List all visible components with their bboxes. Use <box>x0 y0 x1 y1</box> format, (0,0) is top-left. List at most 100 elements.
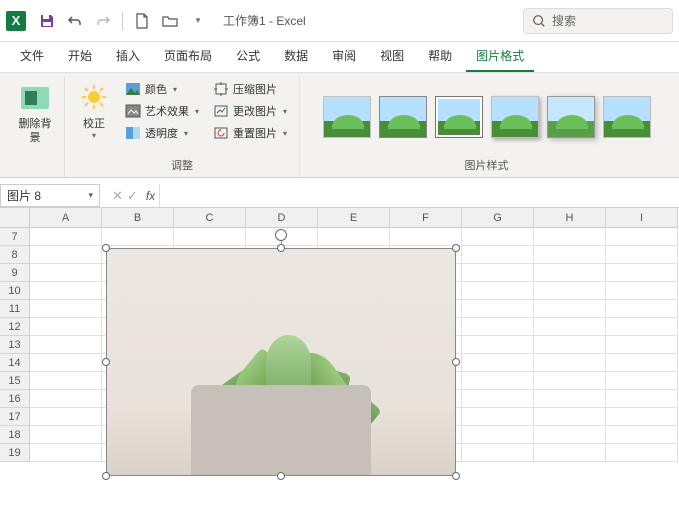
cell[interactable] <box>174 228 246 246</box>
cell[interactable] <box>534 354 606 372</box>
rotate-handle[interactable] <box>275 229 287 241</box>
resize-handle-tl[interactable] <box>102 244 110 252</box>
resize-handle-br[interactable] <box>452 472 460 480</box>
cell[interactable] <box>30 336 102 354</box>
remove-background-button[interactable]: 删除背景 <box>14 79 56 149</box>
tab-home[interactable]: 开始 <box>58 41 102 72</box>
cell[interactable] <box>534 228 606 246</box>
row-header[interactable]: 17 <box>0 408 30 426</box>
change-picture-button[interactable]: 更改图片▾ <box>209 101 291 121</box>
col-header[interactable]: I <box>606 208 678 228</box>
picture-style-6[interactable] <box>603 96 651 138</box>
cell[interactable] <box>30 300 102 318</box>
cell[interactable] <box>606 426 678 444</box>
cell[interactable] <box>30 246 102 264</box>
accept-formula-icon[interactable]: ✓ <box>127 188 138 204</box>
tab-view[interactable]: 视图 <box>370 41 414 72</box>
cell[interactable] <box>606 246 678 264</box>
row-header[interactable]: 16 <box>0 390 30 408</box>
cell[interactable] <box>30 426 102 444</box>
row-header[interactable]: 15 <box>0 372 30 390</box>
cell[interactable] <box>606 228 678 246</box>
col-header[interactable]: G <box>462 208 534 228</box>
cell[interactable] <box>30 354 102 372</box>
picture-style-4[interactable] <box>491 96 539 138</box>
select-all-corner[interactable] <box>0 208 30 228</box>
row-header[interactable]: 9 <box>0 264 30 282</box>
cell[interactable] <box>534 282 606 300</box>
open-file-button[interactable] <box>157 8 183 34</box>
cell[interactable] <box>534 318 606 336</box>
fx-label[interactable]: fx <box>142 184 159 207</box>
tab-review[interactable]: 审阅 <box>322 41 366 72</box>
col-header[interactable]: F <box>390 208 462 228</box>
col-header[interactable]: B <box>102 208 174 228</box>
cell[interactable] <box>462 408 534 426</box>
col-header[interactable]: C <box>174 208 246 228</box>
row-header[interactable]: 19 <box>0 444 30 462</box>
tab-file[interactable]: 文件 <box>10 41 54 72</box>
chevron-down-icon[interactable]: ▾ <box>88 190 93 201</box>
cell[interactable] <box>606 318 678 336</box>
cell[interactable] <box>462 354 534 372</box>
resize-handle-tr[interactable] <box>452 244 460 252</box>
save-button[interactable] <box>34 8 60 34</box>
row-header[interactable]: 10 <box>0 282 30 300</box>
cell[interactable] <box>30 390 102 408</box>
col-header[interactable]: E <box>318 208 390 228</box>
tab-picture-format[interactable]: 图片格式 <box>466 41 534 72</box>
cell[interactable] <box>606 336 678 354</box>
row-header[interactable]: 12 <box>0 318 30 336</box>
undo-button[interactable] <box>62 8 88 34</box>
cell[interactable] <box>462 246 534 264</box>
cell[interactable] <box>606 300 678 318</box>
cell[interactable] <box>30 228 102 246</box>
cell[interactable] <box>462 390 534 408</box>
picture-style-5[interactable] <box>547 96 595 138</box>
col-header[interactable]: H <box>534 208 606 228</box>
reset-picture-button[interactable]: 重置图片▾ <box>209 123 291 143</box>
tab-insert[interactable]: 插入 <box>106 41 150 72</box>
tab-data[interactable]: 数据 <box>274 41 318 72</box>
qat-customize-button[interactable]: ▾ <box>185 8 211 34</box>
cell[interactable] <box>606 444 678 462</box>
cell[interactable] <box>462 372 534 390</box>
cell[interactable] <box>102 228 174 246</box>
row-header[interactable]: 7 <box>0 228 30 246</box>
col-header[interactable]: A <box>30 208 102 228</box>
search-box[interactable]: 搜索 <box>523 8 673 34</box>
row-header[interactable]: 18 <box>0 426 30 444</box>
cell[interactable] <box>534 336 606 354</box>
cell[interactable] <box>534 300 606 318</box>
selected-image[interactable] <box>106 248 456 476</box>
cell[interactable] <box>534 444 606 462</box>
cell[interactable] <box>462 336 534 354</box>
cell[interactable] <box>462 282 534 300</box>
cell[interactable] <box>30 318 102 336</box>
cell[interactable] <box>606 408 678 426</box>
cell[interactable] <box>462 444 534 462</box>
cell[interactable] <box>534 426 606 444</box>
resize-handle-b[interactable] <box>277 472 285 480</box>
resize-handle-t[interactable] <box>277 244 285 252</box>
tab-layout[interactable]: 页面布局 <box>154 41 222 72</box>
cell[interactable] <box>462 318 534 336</box>
cell[interactable] <box>534 372 606 390</box>
row-header[interactable]: 8 <box>0 246 30 264</box>
picture-style-3[interactable] <box>435 96 483 138</box>
row-header[interactable]: 14 <box>0 354 30 372</box>
resize-handle-r[interactable] <box>452 358 460 366</box>
cell[interactable] <box>462 300 534 318</box>
cell[interactable] <box>30 408 102 426</box>
new-file-button[interactable] <box>129 8 155 34</box>
formula-bar[interactable] <box>159 184 679 207</box>
cell[interactable] <box>318 228 390 246</box>
color-button[interactable]: 颜色▾ <box>121 79 203 99</box>
cell[interactable] <box>606 372 678 390</box>
transparency-button[interactable]: 透明度▾ <box>121 123 203 143</box>
artistic-effects-button[interactable]: 艺术效果▾ <box>121 101 203 121</box>
cell[interactable] <box>462 426 534 444</box>
cell[interactable] <box>462 228 534 246</box>
tab-help[interactable]: 帮助 <box>418 41 462 72</box>
tab-formulas[interactable]: 公式 <box>226 41 270 72</box>
